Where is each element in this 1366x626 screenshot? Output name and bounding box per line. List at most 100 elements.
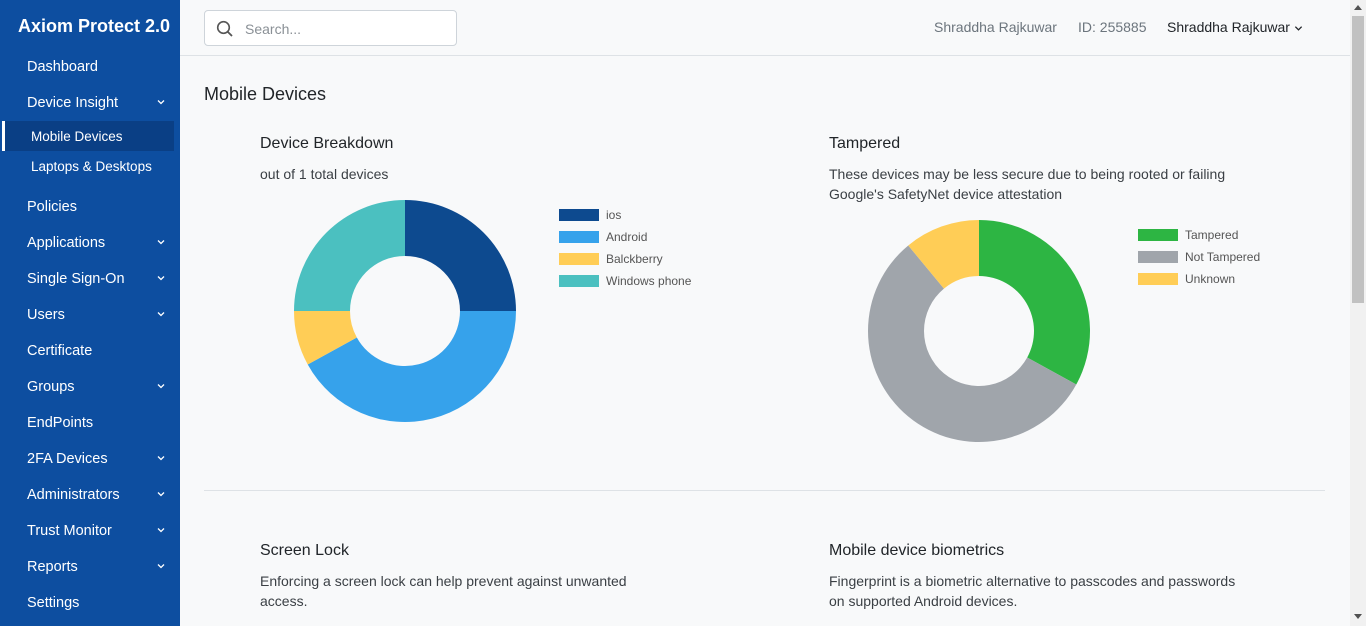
sidebar-item-label: Reports xyxy=(27,559,78,575)
legend-item[interactable]: ios xyxy=(559,204,691,226)
tampered-description-line: These devices may be less secure due to … xyxy=(829,166,1226,182)
sidebar-item-label: EndPoints xyxy=(27,415,94,431)
sidebar-subitem-label: Mobile Devices xyxy=(31,128,123,144)
screen-lock-description: Enforcing a screen lock can help prevent… xyxy=(260,571,627,611)
search-box[interactable] xyxy=(204,10,457,46)
sidebar-item-label: Applications xyxy=(27,235,106,251)
sidebar-item-label: Device Insight xyxy=(27,95,119,111)
breakdown-title: Device Breakdown xyxy=(260,135,394,152)
legend-label: Android xyxy=(606,230,648,244)
tampered-title: Tampered xyxy=(829,135,901,152)
section-divider xyxy=(204,490,1325,491)
tampered-description-line: Google's SafetyNet device attestation xyxy=(829,186,1063,202)
sidebar-item-certificate[interactable]: Certificate xyxy=(0,333,180,369)
legend-item[interactable]: Android xyxy=(559,226,691,248)
top-bar: Shraddha Rajkuwar ID: 255885 Shraddha Ra… xyxy=(180,0,1350,56)
legend-swatch xyxy=(559,231,599,243)
tampered-description: These devices may be less secure due to … xyxy=(829,164,1225,204)
sidebar-item-reports[interactable]: Reports xyxy=(0,549,180,585)
sidebar-item-label: 2FA Devices xyxy=(27,451,108,467)
legend-label: ios xyxy=(606,208,622,222)
legend-label: Unknown xyxy=(1185,272,1236,286)
legend-swatch xyxy=(1138,251,1178,263)
legend-swatch xyxy=(559,253,599,265)
scroll-up-arrow-icon[interactable] xyxy=(1354,5,1362,10)
sidebar-item-single-sign-on[interactable]: Single Sign-On xyxy=(0,261,180,297)
chevron-down-icon xyxy=(157,456,165,461)
biometrics-title: Mobile device biometrics xyxy=(829,542,1005,559)
sidebar-item-label: Settings xyxy=(27,595,80,611)
scroll-thumb[interactable] xyxy=(1352,16,1364,303)
legend-label: Windows phone xyxy=(606,274,692,288)
legend-item[interactable]: Not Tampered xyxy=(1138,246,1260,268)
sidebar-item-applications[interactable]: Applications xyxy=(0,225,180,261)
tampered-legend: Tampered Not Tampered Unknown xyxy=(1138,224,1260,290)
sidebar: Axiom Protect 2.0 Dashboard Device Insig… xyxy=(0,0,180,626)
sidebar-item-label: Dashboard xyxy=(27,59,98,75)
legend-label: Balckberry xyxy=(606,252,663,266)
legend-item[interactable]: Balckberry xyxy=(559,248,691,270)
scrollbar[interactable] xyxy=(1350,0,1366,626)
chevron-down-icon xyxy=(157,528,165,533)
sidebar-item-label: Certificate xyxy=(27,343,93,359)
device-breakdown-chart xyxy=(294,200,516,422)
legend-swatch xyxy=(1138,273,1178,285)
brand-title[interactable]: Axiom Protect 2.0 xyxy=(18,16,170,37)
biometrics-description-line: on supported Android devices. xyxy=(829,593,1018,609)
legend-swatch xyxy=(559,275,599,287)
legend-label: Tampered xyxy=(1185,228,1239,242)
main-content: Mobile Devices Device Breakdown out of 1… xyxy=(180,56,1350,626)
legend-swatch xyxy=(1138,229,1178,241)
legend-label: Not Tampered xyxy=(1185,250,1261,264)
search-icon xyxy=(216,20,233,37)
tampered-chart xyxy=(868,220,1090,442)
chevron-down-icon xyxy=(157,312,165,317)
chevron-down-icon xyxy=(157,564,165,569)
sidebar-item-groups[interactable]: Groups xyxy=(0,369,180,405)
sidebar-item-dashboard[interactable]: Dashboard xyxy=(0,49,180,85)
sidebar-subitem-label: Laptops & Desktops xyxy=(31,158,152,174)
legend-item[interactable]: Unknown xyxy=(1138,268,1260,290)
user-name: Shraddha Rajkuwar xyxy=(934,19,1057,35)
page-title: Mobile Devices xyxy=(204,84,327,104)
chevron-down-icon xyxy=(157,492,165,497)
user-menu-label: Shraddha Rajkuwar xyxy=(1167,19,1290,35)
scroll-down-arrow-icon[interactable] xyxy=(1354,614,1362,619)
biometrics-description-line: Fingerprint is a biometric alternative t… xyxy=(829,573,1236,589)
sidebar-item-label: Single Sign-On xyxy=(27,271,125,287)
slice-ios[interactable] xyxy=(405,200,516,311)
breakdown-description: out of 1 total devices xyxy=(260,166,389,182)
sidebar-item-policies[interactable]: Policies xyxy=(0,189,180,225)
legend-item[interactable]: Windows phone xyxy=(559,270,691,292)
sidebar-item-label: Groups xyxy=(27,379,75,395)
user-id: ID: 255885 xyxy=(1078,19,1147,35)
sidebar-item-label: Users xyxy=(27,307,65,323)
device-breakdown-legend: ios Android Balckberry Windows phone xyxy=(559,204,691,292)
sidebar-item-2fa-devices[interactable]: 2FA Devices xyxy=(0,441,180,477)
search-input[interactable] xyxy=(245,18,445,40)
sidebar-item-administrators[interactable]: Administrators xyxy=(0,477,180,513)
chevron-down-icon xyxy=(157,384,165,389)
screen-lock-description-line: Enforcing a screen lock can help prevent… xyxy=(260,573,627,589)
screen-lock-title: Screen Lock xyxy=(260,542,349,559)
slice-windows-phone[interactable] xyxy=(294,200,405,311)
sidebar-subitem-mobile-devices[interactable]: Mobile Devices xyxy=(2,121,174,151)
sidebar-item-device-insight[interactable]: Device Insight xyxy=(0,85,180,121)
sidebar-item-trust-monitor[interactable]: Trust Monitor xyxy=(0,513,180,549)
sidebar-subitem-laptops-desktops[interactable]: Laptops & Desktops xyxy=(0,151,180,181)
legend-item[interactable]: Tampered xyxy=(1138,224,1260,246)
chevron-down-icon xyxy=(157,100,165,105)
sidebar-item-users[interactable]: Users xyxy=(0,297,180,333)
chevron-down-icon xyxy=(157,240,165,245)
sidebar-item-label: Administrators xyxy=(27,487,120,503)
sidebar-item-settings[interactable]: Settings xyxy=(0,585,180,621)
screen-lock-description-line: access. xyxy=(260,593,308,609)
sidebar-item-label: Policies xyxy=(27,199,77,215)
legend-swatch xyxy=(559,209,599,221)
sidebar-item-label: Trust Monitor xyxy=(27,523,112,539)
biometrics-description: Fingerprint is a biometric alternative t… xyxy=(829,571,1235,611)
chevron-down-icon xyxy=(157,276,165,281)
sidebar-item-endpoints[interactable]: EndPoints xyxy=(0,405,180,441)
slice-tampered[interactable] xyxy=(979,220,1090,385)
user-menu[interactable]: Shraddha Rajkuwar xyxy=(1167,19,1303,35)
